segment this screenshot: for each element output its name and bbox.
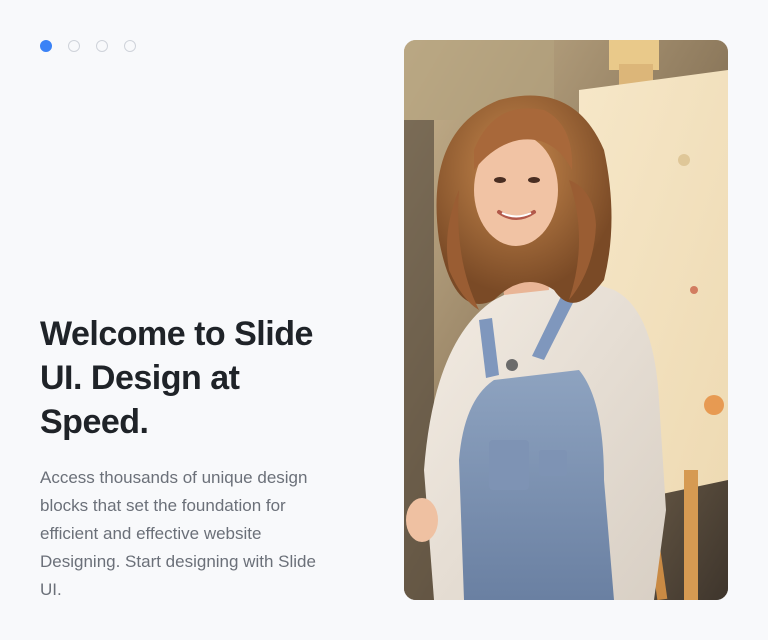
hero-headline-line: Welcome to Slide: [40, 315, 313, 353]
pagination-dot-4[interactable]: [124, 40, 136, 52]
hero-copy: Welcome to Slide UI. Design at Speed. Ac…: [40, 312, 370, 604]
hero-headline-line: UI. Design at: [40, 359, 240, 397]
hero-description-line: UI.: [40, 580, 62, 599]
pagination-dot-3[interactable]: [96, 40, 108, 52]
carousel-pagination: [40, 40, 136, 52]
hero-headline-line: Speed.: [40, 403, 149, 441]
pagination-dot-2[interactable]: [68, 40, 80, 52]
hero-description: Access thousands of unique design blocks…: [40, 464, 370, 604]
hero-description-line: Access thousands of unique design: [40, 468, 308, 487]
hero-description-line: blocks that set the foundation for: [40, 496, 286, 515]
hero-description-line: efficient and effective website: [40, 524, 262, 543]
pagination-dot-1-active[interactable]: [40, 40, 52, 52]
hero-description-line: Designing. Start designing with Slide: [40, 552, 316, 571]
hero-headline: Welcome to Slide UI. Design at Speed.: [40, 312, 370, 444]
painter-photo-illustration: [404, 40, 728, 600]
hero-photo: [404, 40, 728, 600]
